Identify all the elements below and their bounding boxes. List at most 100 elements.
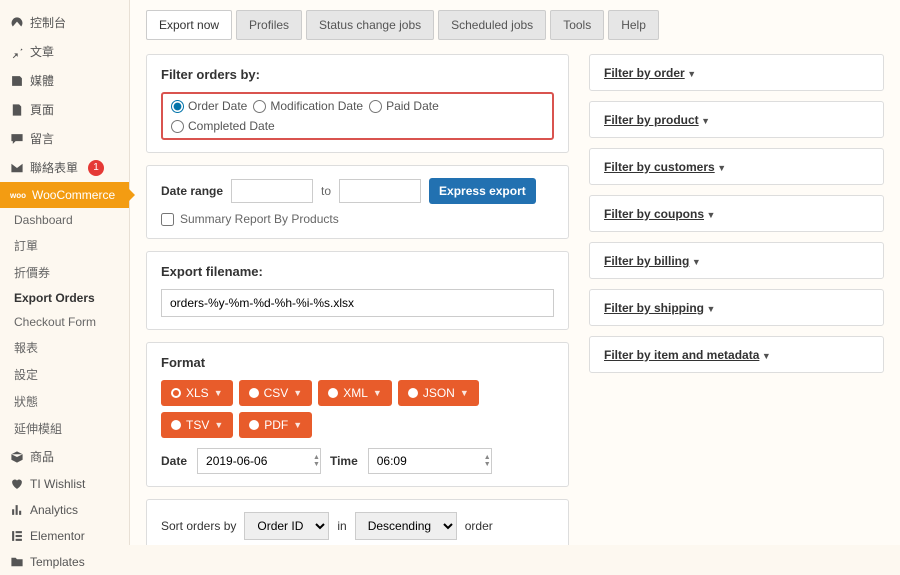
sidebar-item-label: 報表 <box>14 341 38 355</box>
sidebar-item-label: 媒體 <box>30 72 54 89</box>
summary-checkbox[interactable] <box>161 213 174 226</box>
box-icon <box>10 450 24 464</box>
caret-down-icon: ▼ <box>759 351 770 361</box>
sidebar-item-label: 文章 <box>30 43 54 60</box>
sort-panel: Sort orders by Order ID in Descending or… <box>146 499 569 545</box>
dashboard-icon <box>10 16 24 30</box>
filter-order-option[interactable]: Modification Date <box>253 99 363 113</box>
filter-accordion[interactable]: Filter by customers ▼ <box>589 148 884 185</box>
format-option-xls[interactable]: XLS▼ <box>161 380 233 406</box>
format-option-csv[interactable]: CSV▼ <box>239 380 313 406</box>
caret-down-icon: ▼ <box>293 388 302 398</box>
filter-order-radio[interactable] <box>171 120 184 133</box>
sort-dir-select[interactable]: Descending <box>355 512 457 540</box>
folder-icon <box>10 555 24 569</box>
filter-order-option[interactable]: Completed Date <box>171 119 275 133</box>
tab[interactable]: Tools <box>550 10 604 40</box>
filter-orders-title: Filter orders by: <box>161 67 554 82</box>
time-label: Time <box>330 454 358 468</box>
tab[interactable]: Export now <box>146 10 232 40</box>
sidebar-item[interactable]: 訂單 <box>0 232 129 259</box>
sidebar-item-woocommerce[interactable]: woo WooCommerce <box>0 182 129 208</box>
sidebar-item[interactable]: 媒體 <box>0 66 129 95</box>
main-content: Export nowProfilesStatus change jobsSche… <box>130 0 900 545</box>
date-range-to-input[interactable] <box>339 179 421 203</box>
date-range-from-input[interactable] <box>231 179 313 203</box>
caret-down-icon: ▼ <box>460 388 469 398</box>
sidebar-item[interactable]: 商品 <box>0 442 129 471</box>
express-export-button[interactable]: Express export <box>429 178 536 204</box>
filter-order-radio[interactable] <box>253 100 266 113</box>
tab[interactable]: Scheduled jobs <box>438 10 546 40</box>
filter-accordion[interactable]: Filter by coupons ▼ <box>589 195 884 232</box>
filter-orders-panel: Filter orders by: Order Date Modification… <box>146 54 569 153</box>
time-input[interactable] <box>368 448 492 474</box>
sidebar-item-label: 狀態 <box>14 395 38 409</box>
format-option-json[interactable]: JSON▼ <box>398 380 479 406</box>
summary-checkbox-label: Summary Report By Products <box>180 212 339 226</box>
sidebar-item[interactable]: Elementor <box>0 523 129 549</box>
sidebar-item[interactable]: 頁面 <box>0 95 129 124</box>
comment-icon <box>10 132 24 146</box>
sidebar-item-label: 設定 <box>14 368 38 382</box>
filter-accordion[interactable]: Filter by order ▼ <box>589 54 884 91</box>
sidebar-item-label: Elementor <box>30 529 85 543</box>
tab[interactable]: Help <box>608 10 659 40</box>
filter-accordion[interactable]: Filter by item and metadata ▼ <box>589 336 884 373</box>
sidebar-item[interactable]: 狀態 <box>0 388 129 415</box>
sort-trail-label: order <box>465 519 493 533</box>
filename-input[interactable] <box>161 289 554 317</box>
sidebar-item[interactable]: Dashboard <box>0 208 129 232</box>
sidebar-item-label: 留言 <box>30 130 54 147</box>
sidebar-item-label: 控制台 <box>30 14 66 31</box>
summary-checkbox-row[interactable]: Summary Report By Products <box>161 212 554 226</box>
filter-accordion[interactable]: Filter by product ▼ <box>589 101 884 138</box>
stepper-icon[interactable]: ▲▼ <box>313 454 320 468</box>
format-option-xml[interactable]: XML▼ <box>318 380 392 406</box>
filter-order-option[interactable]: Order Date <box>171 99 247 113</box>
sidebar-item[interactable]: 設定 <box>0 361 129 388</box>
radio-icon <box>249 388 259 398</box>
sidebar-item[interactable]: 留言 <box>0 124 129 153</box>
tab[interactable]: Status change jobs <box>306 10 434 40</box>
sidebar-item[interactable]: 延伸模組 <box>0 415 129 442</box>
caret-down-icon: ▼ <box>704 210 715 220</box>
sort-field-select[interactable]: Order ID <box>244 512 329 540</box>
stepper-icon[interactable]: ▲▼ <box>484 454 491 468</box>
sidebar-item[interactable]: 折價券 <box>0 259 129 286</box>
pages-icon <box>10 103 24 117</box>
elementor-icon <box>10 529 24 543</box>
sidebar-item-label: Export Orders <box>14 291 95 305</box>
sidebar-item[interactable]: TI Wishlist <box>0 471 129 497</box>
format-options: XLS▼CSV▼XML▼JSON▼ TSV▼PDF▼ <box>161 380 554 438</box>
admin-sidebar: 控制台文章媒體頁面留言聯絡表單1 woo WooCommerce Dashboa… <box>0 0 130 545</box>
filter-order-radio[interactable] <box>171 100 184 113</box>
sidebar-item[interactable]: 聯絡表單1 <box>0 153 129 182</box>
sidebar-item-label: 訂單 <box>14 239 38 253</box>
sidebar-item[interactable]: 控制台 <box>0 8 129 37</box>
sidebar-item[interactable]: Export Orders <box>0 286 129 310</box>
sidebar-item-label: 頁面 <box>30 101 54 118</box>
filter-order-radio[interactable] <box>369 100 382 113</box>
format-option-tsv[interactable]: TSV▼ <box>161 412 233 438</box>
sort-label: Sort orders by <box>161 519 236 533</box>
filter-accordion[interactable]: Filter by shipping ▼ <box>589 289 884 326</box>
filter-accordion[interactable]: Filter by billing ▼ <box>589 242 884 279</box>
tab[interactable]: Profiles <box>236 10 302 40</box>
right-filter-column: Filter by order ▼ Filter by product ▼ Filt… <box>589 54 884 545</box>
format-option-pdf[interactable]: PDF▼ <box>239 412 312 438</box>
date-input[interactable] <box>197 448 321 474</box>
sidebar-item[interactable]: Analytics <box>0 497 129 523</box>
caret-down-icon: ▼ <box>704 304 715 314</box>
caret-down-icon: ▼ <box>373 388 382 398</box>
date-label: Date <box>161 454 187 468</box>
filter-orders-options: Order Date Modification Date Paid Date Comp… <box>161 92 554 140</box>
heart-icon <box>10 477 24 491</box>
filter-order-option[interactable]: Paid Date <box>369 99 439 113</box>
sidebar-item[interactable]: 報表 <box>0 334 129 361</box>
sidebar-item[interactable]: Checkout Form <box>0 310 129 334</box>
sidebar-item-label: Templates <box>30 555 85 569</box>
sidebar-item[interactable]: 文章 <box>0 37 129 66</box>
sidebar-item[interactable]: Templates <box>0 549 129 575</box>
sidebar-item-label: Dashboard <box>14 213 73 227</box>
